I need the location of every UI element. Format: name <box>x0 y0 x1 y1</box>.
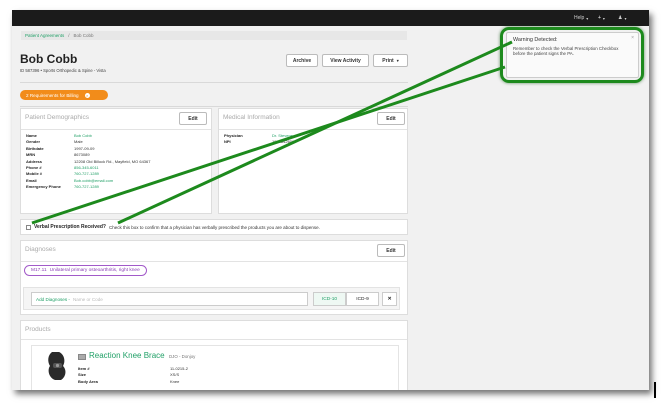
annotation-arrow-line <box>117 40 513 225</box>
app-window: Help ▾ + ▾ ♟ ▾ Patient Agreements / Bob Cob… <box>12 10 649 390</box>
annotation-arrow-line <box>31 65 506 225</box>
cursor-bar <box>654 382 656 398</box>
annotation-arrows <box>31 40 513 225</box>
